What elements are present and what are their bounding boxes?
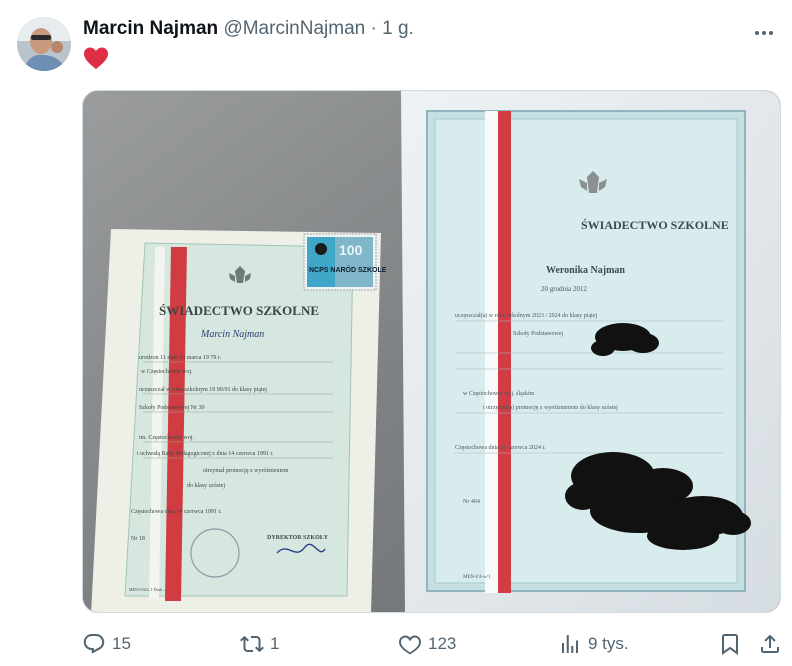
- views-count: 9 tys.: [588, 634, 629, 653]
- red-heart-emoji-icon: [83, 46, 109, 72]
- postage-stamp: NCPS NARÓD SZKOLE 100: [303, 233, 387, 291]
- like-button[interactable]: 123: [398, 630, 456, 658]
- repost-button[interactable]: 1: [240, 630, 279, 658]
- left-cert-line-school: Szkoły Podstawowej Nr 30: [139, 405, 205, 411]
- repost-count: 1: [270, 634, 280, 653]
- post-actions: 15 1 123 9 tys.: [0, 626, 792, 662]
- repost-icon: [240, 635, 264, 653]
- left-cert-line-year: uczęszczał w roku szkolnym 19 90/91 do k…: [139, 387, 267, 393]
- stamp-value: 100: [339, 242, 363, 258]
- left-cert-title: ŚWIADECTWO SZKOLNE: [159, 303, 319, 318]
- share-button[interactable]: [758, 630, 788, 658]
- reply-icon: [83, 634, 105, 654]
- more-options-button[interactable]: [755, 22, 783, 42]
- left-cert-line-city: im. Częstochowie woj.: [139, 435, 194, 441]
- right-certificate: ŚWIADECTWO SZKOLNE Weronika Najman 20 gr…: [401, 91, 780, 612]
- reply-button[interactable]: 15: [82, 630, 131, 658]
- post-header: Marcin Najman @MarcinNajman · 1 g.: [83, 18, 414, 40]
- certificates-photo: ŚWIADECTWO SZKOLNE Weronika Najman 20 gr…: [83, 91, 780, 612]
- left-cert-line-nr: Nr 18: [131, 536, 145, 542]
- right-cert-footer: MEN-I/4-w/1: [463, 575, 491, 580]
- avatar-image: [17, 17, 71, 71]
- heart-icon: [399, 635, 421, 655]
- dot-icon: [769, 31, 773, 35]
- left-cert-line-resolution: i uchwałą Rady Pedagogicznej z dnia 14 c…: [137, 451, 274, 457]
- right-cert-line-school: Szkoły Podstawowej: [513, 331, 563, 337]
- stamp-text: NCPS NARÓD SZKOLE: [309, 265, 387, 274]
- right-cert-line-date: Częstochowa dnia 21 czerwca 2024 r.: [455, 445, 546, 451]
- reply-count: 15: [112, 634, 131, 653]
- author-handle[interactable]: @MarcinNajman: [223, 18, 365, 39]
- right-cert-line-city: w Częstochowie woj. śląskim: [463, 391, 535, 397]
- right-cert-date: 20 grudnia 2012: [541, 285, 587, 293]
- left-cert-line-date: Częstochowa dnia 14 czerwca 1991 r.: [131, 509, 222, 515]
- right-cert-line-nr: Nr 464: [463, 499, 480, 505]
- views-button[interactable]: 9 tys.: [558, 630, 629, 658]
- left-certificate: NCPS NARÓD SZKOLE 100 ŚWIADECTWO SZKOLNE…: [91, 229, 387, 612]
- left-cert-line-born: urodzon 11 dnia 13 marca 19 79 r.: [139, 355, 222, 361]
- bookmark-button[interactable]: [718, 630, 748, 658]
- share-icon: [761, 634, 779, 653]
- right-cert-title: ŚWIADECTWO SZKOLNE: [581, 218, 729, 232]
- bookmark-icon: [722, 634, 738, 655]
- analytics-icon: [562, 635, 578, 653]
- dot-icon: [762, 31, 766, 35]
- avatar[interactable]: [17, 17, 71, 71]
- right-cert-line-promo: i otrzymał(a) promocję z wyróżnieniem do…: [483, 404, 618, 411]
- post-timestamp[interactable]: 1 g.: [382, 18, 414, 39]
- right-cert-line-year: uczęszczał(a) w roku szkolnym 2023 / 202…: [455, 312, 597, 319]
- left-cert-line-promo: otrzymał promocję z wyróżnieniem: [203, 468, 289, 474]
- dot-icon: [755, 31, 759, 35]
- left-cert-director: DYREKTOR SZKOŁY: [267, 535, 329, 541]
- like-count: 123: [428, 634, 457, 653]
- left-cert-line-class: do klasy szóstej: [187, 483, 225, 489]
- author-name[interactable]: Marcin Najman: [83, 18, 218, 39]
- post-photo[interactable]: ŚWIADECTWO SZKOLNE Weronika Najman 20 gr…: [82, 90, 781, 613]
- header-separator: ·: [370, 18, 377, 39]
- left-cert-name: Marcin Najman: [200, 329, 264, 340]
- right-cert-name: Weronika Najman: [546, 265, 625, 276]
- left-cert-line-place: w Częstochowie woj.: [141, 369, 193, 375]
